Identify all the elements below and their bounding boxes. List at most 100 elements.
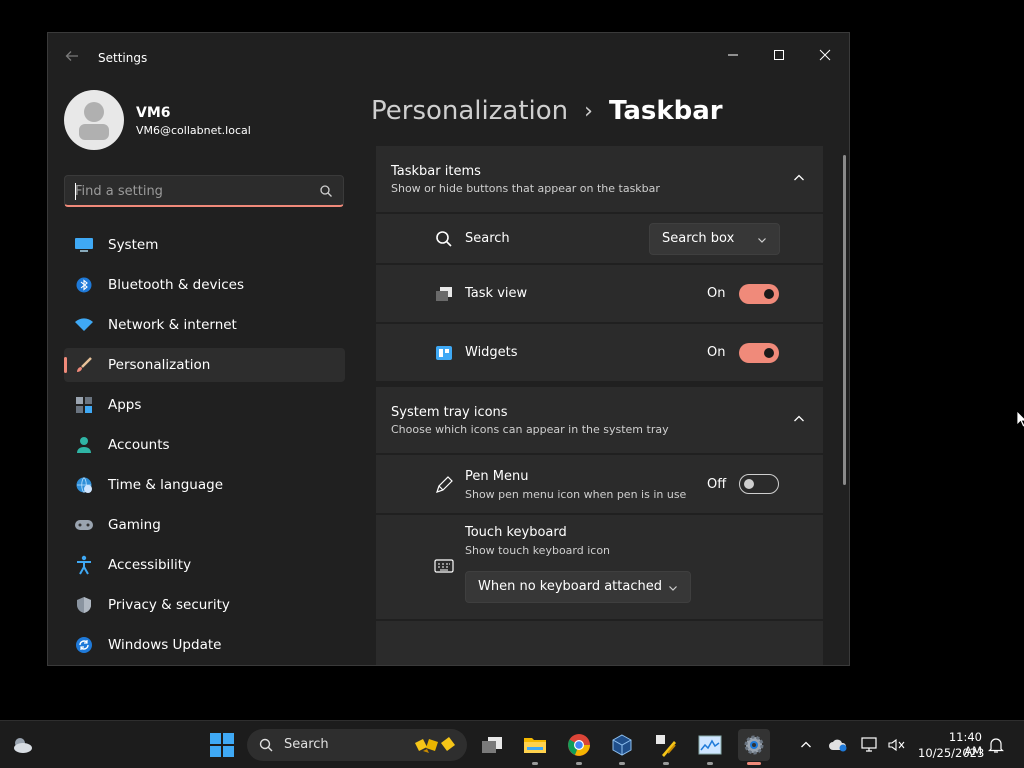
- find-setting-search[interactable]: [64, 175, 344, 207]
- accessibility-icon: [74, 555, 94, 575]
- sidebar-item-privacy[interactable]: Privacy & security: [64, 588, 345, 622]
- sidebar-item-network[interactable]: Network & internet: [64, 308, 345, 342]
- show-hidden-icons-button[interactable]: [796, 735, 816, 755]
- touch-keyboard-dropdown[interactable]: When no keyboard attached: [465, 571, 691, 603]
- maximize-button[interactable]: [756, 39, 802, 71]
- task-view-icon: [434, 284, 454, 304]
- search-mode-dropdown[interactable]: Search box: [649, 223, 780, 255]
- file-explorer-taskbar-button[interactable]: [519, 729, 551, 765]
- maximize-icon: [774, 50, 784, 60]
- section-title: Taskbar items: [391, 164, 481, 179]
- virtualbox-taskbar-button[interactable]: [606, 729, 638, 765]
- search-input[interactable]: [75, 181, 315, 201]
- sidebar-item-gaming[interactable]: Gaming: [64, 508, 345, 542]
- row-sublabel: Show pen menu icon when pen is in use: [465, 488, 687, 501]
- sidebar-item-label: Bluetooth & devices: [108, 277, 245, 293]
- pen-menu-row: Pen Menu Show pen menu icon when pen is …: [376, 454, 823, 513]
- toggle-state-label: On: [707, 345, 726, 360]
- widgets-row: Widgets On: [376, 323, 823, 381]
- text-caret: [75, 183, 76, 200]
- task-view-row: Task view On: [376, 264, 823, 322]
- network-tray-button[interactable]: [860, 735, 880, 755]
- task-view-taskbar-button[interactable]: [476, 729, 508, 761]
- keyboard-icon: [434, 556, 454, 576]
- taskbar: Search 11:40 AM 10/25/2023: [0, 720, 1024, 768]
- row-sublabel: Show touch keyboard icon: [465, 544, 611, 557]
- sidebar-item-label: Accounts: [108, 437, 170, 453]
- breadcrumb-parent-link[interactable]: Personalization: [371, 96, 568, 126]
- sidebar-item-label: Network & internet: [108, 317, 237, 333]
- pen-menu-toggle[interactable]: [739, 474, 779, 494]
- sidebar-item-label: Privacy & security: [108, 597, 230, 613]
- avatar[interactable]: [64, 90, 124, 150]
- settings-window: Settings VM6 VM6@collabnet.local System: [47, 32, 850, 666]
- task-view-toggle[interactable]: [739, 284, 779, 304]
- system-tray-section: System tray icons Choose which icons can…: [376, 387, 823, 665]
- sidebar-item-accounts[interactable]: Accounts: [64, 428, 345, 462]
- row-label: Touch keyboard: [465, 525, 567, 540]
- sidebar-item-bluetooth[interactable]: Bluetooth & devices: [64, 268, 345, 302]
- running-indicator: [619, 762, 625, 765]
- minimize-button[interactable]: [710, 39, 756, 71]
- performance-chart-icon: [698, 735, 722, 755]
- taskbar-items-header[interactable]: Taskbar items Show or hide buttons that …: [376, 146, 823, 212]
- sidebar-item-time-language[interactable]: Time & language: [64, 468, 345, 502]
- sidebar-item-system[interactable]: System: [64, 228, 345, 262]
- chevron-down-icon: [758, 238, 766, 243]
- section-title: System tray icons: [391, 405, 508, 420]
- network-monitor-icon: [861, 737, 877, 752]
- accounts-icon: [74, 436, 94, 454]
- sidebar-item-label: Time & language: [108, 477, 224, 493]
- running-indicator: [707, 762, 713, 765]
- sidebar-item-personalization[interactable]: Personalization: [64, 348, 345, 382]
- back-arrow-icon: [65, 51, 78, 61]
- back-button[interactable]: [62, 49, 82, 67]
- close-button[interactable]: [802, 39, 848, 71]
- sidebar-nav: System Bluetooth & devices Network & int…: [64, 228, 345, 665]
- sidebar-item-accessibility[interactable]: Accessibility: [64, 548, 345, 582]
- bluetooth-icon: [74, 276, 94, 294]
- sidebar-item-windows-update[interactable]: Windows Update: [64, 628, 345, 662]
- weather-icon[interactable]: [10, 733, 34, 757]
- chevron-up-icon: [794, 415, 804, 422]
- taskbar-search-label: Search: [284, 737, 329, 752]
- settings-taskbar-button[interactable]: [738, 729, 770, 765]
- resource-monitor-taskbar-button[interactable]: [694, 729, 726, 765]
- speaker-muted-icon: [888, 738, 905, 752]
- gear-icon: [744, 735, 764, 755]
- sidebar-item-label: Personalization: [108, 357, 211, 373]
- profile-name: VM6: [136, 105, 171, 121]
- user-avatar-icon: [79, 102, 109, 140]
- chevron-up-icon: [801, 741, 811, 748]
- chevron-down-icon: [669, 586, 677, 591]
- widgets-toggle[interactable]: [739, 343, 779, 363]
- sidebar-item-label: Accessibility: [108, 557, 192, 573]
- taskbar-items-section: Taskbar items Show or hide buttons that …: [376, 146, 823, 382]
- close-icon: [819, 49, 831, 61]
- system-tray-header[interactable]: System tray icons Choose which icons can…: [376, 387, 823, 453]
- clock-date[interactable]: 10/25/2023: [918, 746, 984, 760]
- pen-icon: [434, 475, 454, 495]
- search-setting-row: Search Search box: [376, 213, 823, 263]
- taskbar-search[interactable]: Search: [247, 729, 467, 761]
- volume-tray-button[interactable]: [886, 735, 906, 755]
- running-indicator: [576, 762, 582, 765]
- sidebar-item-apps[interactable]: Apps: [64, 388, 345, 422]
- sidebar-item-label: Windows Update: [108, 637, 222, 653]
- touch-keyboard-row: Touch keyboard Show touch keyboard icon …: [376, 514, 823, 619]
- row-label: Pen Menu: [465, 469, 529, 484]
- sidebar-item-label: Gaming: [108, 517, 161, 533]
- app-title: Settings: [98, 51, 148, 65]
- bell-icon: [988, 738, 1004, 753]
- notifications-button[interactable]: [986, 735, 1006, 755]
- content-scrollbar[interactable]: [843, 155, 846, 485]
- update-icon: [74, 636, 94, 654]
- onedrive-tray-button[interactable]: [828, 735, 848, 755]
- toggle-state-label: Off: [707, 477, 727, 492]
- running-indicator: [747, 762, 761, 765]
- section-subtitle: Show or hide buttons that appear on the …: [391, 182, 660, 195]
- chrome-taskbar-button[interactable]: [563, 729, 595, 765]
- tools-taskbar-button[interactable]: [650, 729, 682, 765]
- wifi-icon: [74, 316, 94, 334]
- start-button[interactable]: [210, 733, 234, 757]
